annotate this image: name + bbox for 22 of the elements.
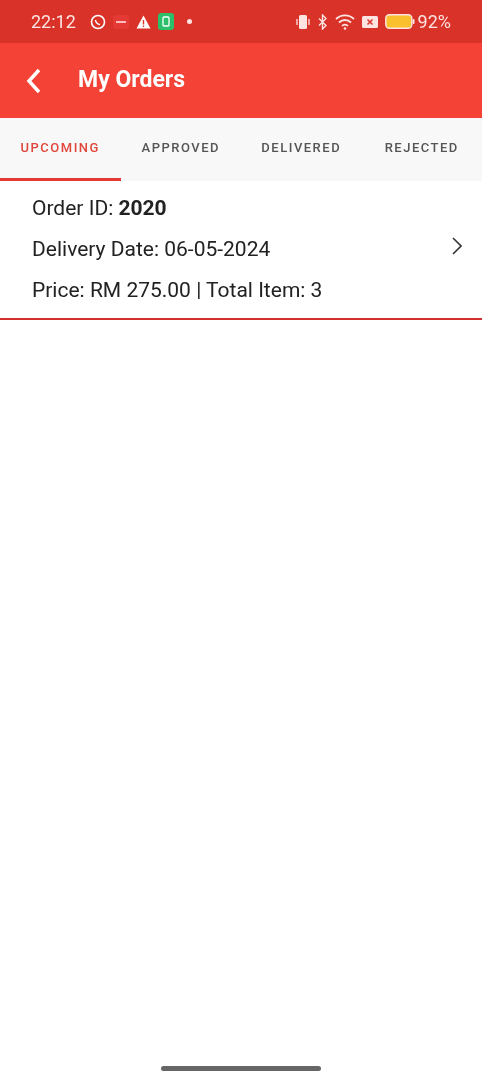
wifi-icon <box>334 13 355 30</box>
dot-icon <box>186 19 192 24</box>
page-title: My Orders <box>78 65 186 96</box>
battery-percent: 92% <box>417 10 451 34</box>
tab[interactable]: UPCOMING <box>0 118 121 181</box>
vibrate-icon <box>294 13 311 30</box>
tab[interactable]: APPROVED <box>120 118 241 181</box>
status-time: 22:12 <box>31 10 76 34</box>
delivery-date: Delivery Date: 06-05-2024 <box>32 236 272 263</box>
order-card[interactable]: Order ID: 2020 Delivery Date: 06-05-2024 Price: RM 275.00 | Total Item: 3 <box>0 181 482 320</box>
chat-icon <box>89 13 106 30</box>
tab[interactable]: REJECTED <box>361 118 482 181</box>
battery-app-icon <box>157 13 174 30</box>
warning-icon <box>135 14 151 29</box>
tab[interactable]: DELIVERED <box>241 118 362 181</box>
blocked-icon <box>361 14 378 29</box>
order-id: Order ID: 2020 <box>32 195 168 222</box>
chevron-right-icon <box>452 236 462 255</box>
back-icon <box>26 67 42 94</box>
bluetooth-icon <box>317 13 328 30</box>
battery-icon <box>384 14 415 29</box>
order-price: Price: RM 275.00 | Total Item: 3 <box>32 277 323 304</box>
